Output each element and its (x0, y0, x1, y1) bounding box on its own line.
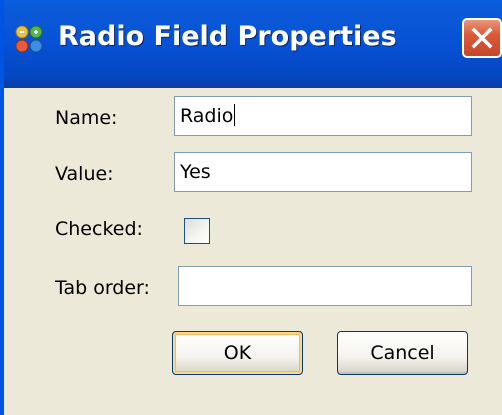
name-label: Name: (55, 107, 118, 129)
title-bar[interactable]: Radio Field Properties (4, 0, 502, 88)
checked-checkbox[interactable] (184, 218, 210, 244)
app-dots-icon (15, 25, 43, 53)
close-icon (471, 27, 493, 49)
name-field-value: Radio (180, 105, 234, 127)
ok-button[interactable]: OK (172, 331, 303, 375)
name-field[interactable]: Radio (174, 96, 472, 136)
text-caret (234, 104, 236, 126)
value-field[interactable]: Yes (174, 152, 472, 192)
value-label: Value: (55, 163, 114, 185)
tab-order-label: Tab order: (55, 277, 150, 299)
close-button[interactable] (462, 18, 502, 58)
dialog-window: Radio Field Properties Name: Radio Value… (0, 0, 502, 415)
checked-label: Checked: (55, 218, 143, 240)
cancel-button[interactable]: Cancel (337, 331, 468, 375)
value-field-value: Yes (180, 161, 211, 183)
window-title: Radio Field Properties (58, 21, 397, 52)
tab-order-field[interactable] (178, 266, 472, 306)
